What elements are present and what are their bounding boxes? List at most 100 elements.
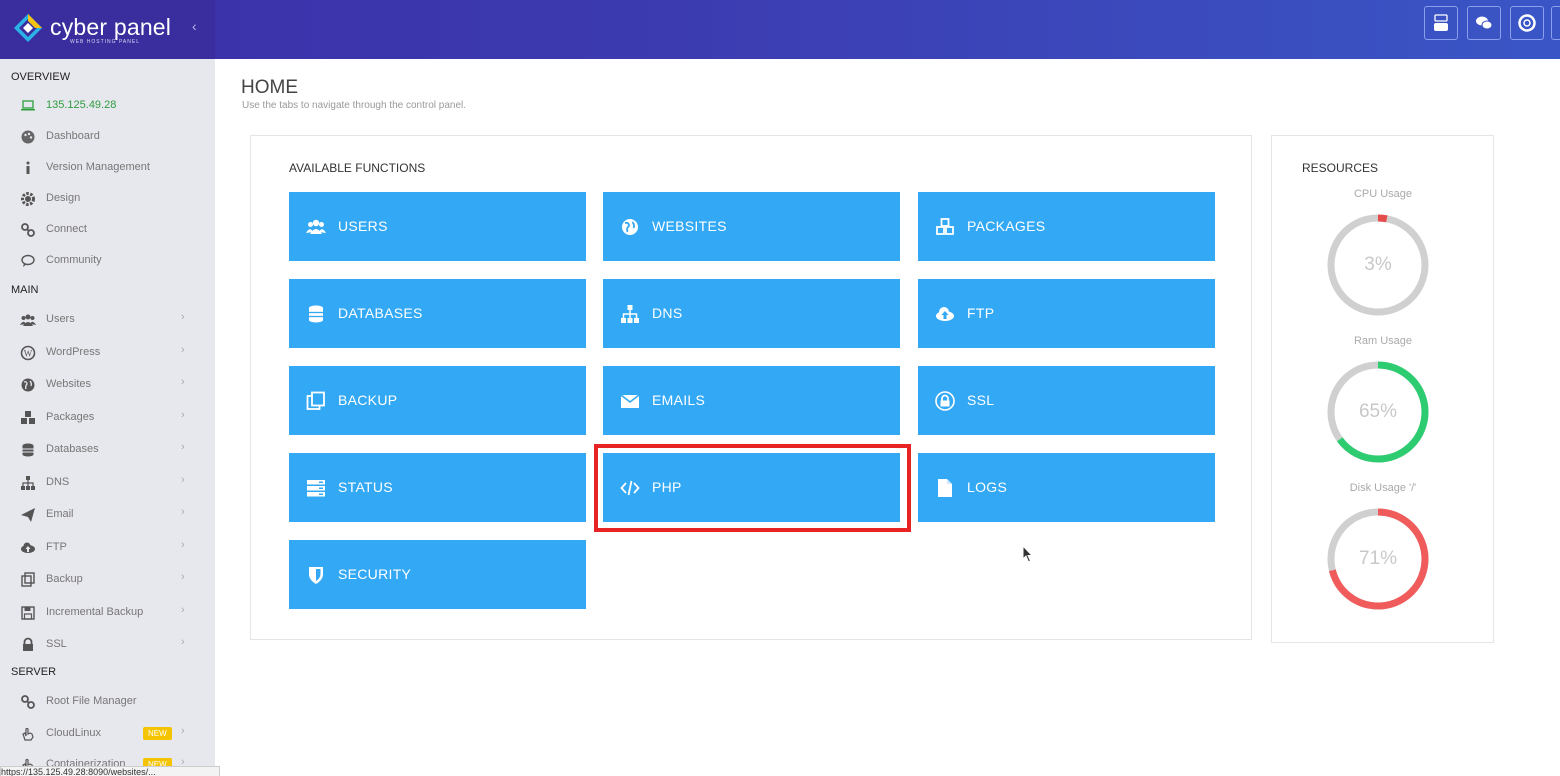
function-label: DATABASES bbox=[338, 305, 423, 321]
chevron-right-icon: › bbox=[181, 344, 185, 356]
function-logs-button[interactable]: LOGS bbox=[918, 453, 1215, 522]
function-label: LOGS bbox=[967, 479, 1008, 495]
link-icon bbox=[21, 695, 35, 709]
database-icon bbox=[22, 443, 34, 457]
copy-icon bbox=[21, 572, 35, 587]
more-button[interactable] bbox=[1551, 6, 1560, 40]
sidebar-item-label: Websites bbox=[46, 378, 92, 390]
page-subtitle: Use the tabs to navigate through the con… bbox=[242, 100, 467, 111]
cloud-upload-icon bbox=[936, 307, 954, 321]
sidebar: OVERVIEW 135.125.49.28 Dashboard Version… bbox=[0, 59, 215, 776]
chevron-right-icon: › bbox=[181, 725, 185, 737]
svg-text:W: W bbox=[24, 349, 33, 359]
sidebar-item-label: Backup bbox=[46, 573, 83, 585]
sidebar-item-label: Users bbox=[46, 313, 75, 325]
sidebar-item-dashboard[interactable]: Dashboard bbox=[0, 123, 215, 151]
chevron-right-icon: › bbox=[181, 636, 185, 648]
function-dns-button[interactable]: DNS bbox=[603, 279, 900, 348]
shield-icon bbox=[309, 567, 323, 584]
info-icon bbox=[26, 161, 30, 174]
database-icon bbox=[309, 305, 323, 323]
sidebar-item-ssl[interactable]: SSL › bbox=[0, 631, 215, 659]
sidebar-item-design[interactable]: Design bbox=[0, 185, 215, 213]
support-button[interactable] bbox=[1510, 6, 1544, 40]
sidebar-item-backup[interactable]: Backup › bbox=[0, 566, 215, 594]
sidebar-item-label: Connect bbox=[46, 223, 87, 235]
sitemap-icon bbox=[621, 305, 639, 323]
cubes-icon bbox=[936, 218, 954, 235]
sidebar-item-cloudlinux[interactable]: CloudLinux NEW › bbox=[0, 720, 215, 748]
function-backup-button[interactable]: BACKUP bbox=[289, 366, 586, 435]
chevron-right-icon: › bbox=[181, 506, 185, 518]
ram-usage-value: 65% bbox=[1358, 401, 1398, 422]
support-icon bbox=[1518, 14, 1536, 32]
sidebar-collapse-icon[interactable]: ‹ bbox=[192, 18, 197, 34]
function-ftp-button[interactable]: FTP bbox=[918, 279, 1215, 348]
comment-icon bbox=[21, 254, 35, 267]
link-icon bbox=[21, 223, 35, 237]
function-status-button[interactable]: STATUS bbox=[289, 453, 586, 522]
cubes-icon bbox=[21, 411, 35, 424]
sidebar-item-version-management[interactable]: Version Management bbox=[0, 154, 215, 182]
sidebar-item-ip[interactable]: 135.125.49.28 bbox=[0, 92, 215, 120]
php-highlight-box bbox=[594, 444, 911, 532]
globe-icon bbox=[21, 378, 35, 392]
youtube-icon bbox=[1434, 14, 1448, 31]
sidebar-item-community[interactable]: Community bbox=[0, 247, 215, 275]
sitemap-icon bbox=[21, 476, 35, 490]
brand-name[interactable]: cyber panel bbox=[50, 14, 171, 41]
function-label: BACKUP bbox=[338, 392, 398, 408]
function-databases-button[interactable]: DATABASES bbox=[289, 279, 586, 348]
sidebar-item-label: FTP bbox=[46, 541, 67, 553]
chevron-right-icon: › bbox=[181, 474, 185, 486]
function-emails-button[interactable]: EMAILS bbox=[603, 366, 900, 435]
function-ssl-button[interactable]: SSL bbox=[918, 366, 1215, 435]
server-icon bbox=[307, 480, 325, 497]
function-websites-button[interactable]: WEBSITES bbox=[603, 192, 900, 261]
chevron-right-icon: › bbox=[181, 539, 185, 551]
sidebar-item-root-file-manager[interactable]: Root File Manager bbox=[0, 688, 215, 716]
function-packages-button[interactable]: PACKAGES bbox=[918, 192, 1215, 261]
sidebar-item-websites[interactable]: Websites › bbox=[0, 371, 215, 399]
chevron-right-icon: › bbox=[181, 409, 185, 421]
function-label: WEBSITES bbox=[652, 218, 727, 234]
sidebar-item-label: WordPress bbox=[46, 346, 101, 358]
sidebar-item-databases[interactable]: Databases › bbox=[0, 436, 215, 464]
cyberpanel-logo-icon[interactable] bbox=[13, 13, 43, 43]
sidebar-item-connect[interactable]: Connect bbox=[0, 216, 215, 244]
sidebar-item-ftp[interactable]: FTP › bbox=[0, 534, 215, 562]
users-icon bbox=[20, 314, 36, 326]
sidebar-item-incremental-backup[interactable]: Incremental Backup › bbox=[0, 599, 215, 627]
chevron-right-icon: › bbox=[181, 571, 185, 583]
function-label: USERS bbox=[338, 218, 388, 234]
cpu-usage-value: 3% bbox=[1364, 254, 1392, 275]
sidebar-item-label: Packages bbox=[46, 411, 95, 423]
laptop-icon bbox=[21, 100, 35, 111]
paper-plane-icon bbox=[21, 508, 35, 522]
palette-icon bbox=[21, 130, 35, 144]
function-label: STATUS bbox=[338, 479, 393, 495]
sidebar-item-label: Version Management bbox=[46, 161, 150, 173]
sidebar-item-users[interactable]: Users › bbox=[0, 306, 215, 334]
mouse-cursor-icon bbox=[1022, 545, 1034, 563]
function-label: FTP bbox=[967, 305, 995, 321]
sidebar-item-label: Dashboard bbox=[46, 130, 100, 142]
sidebar-item-label: Incremental Backup bbox=[46, 606, 144, 618]
sidebar-item-dns[interactable]: DNS › bbox=[0, 469, 215, 497]
chat-button[interactable] bbox=[1467, 6, 1501, 40]
gear-icon bbox=[21, 192, 35, 206]
section-main: MAIN bbox=[11, 284, 39, 296]
sidebar-item-label: SSL bbox=[46, 638, 67, 650]
sidebar-item-packages[interactable]: Packages › bbox=[0, 404, 215, 432]
cloud-upload-icon bbox=[21, 542, 35, 553]
lock-icon bbox=[935, 391, 955, 411]
brand-area: cyber panel WEB HOSTING PANEL ‹ bbox=[0, 0, 215, 59]
function-users-button[interactable]: USERS bbox=[289, 192, 586, 261]
sidebar-item-label: Root File Manager bbox=[46, 695, 137, 707]
top-header: cyber panel WEB HOSTING PANEL ‹ bbox=[0, 0, 1560, 59]
section-server: SERVER bbox=[11, 666, 57, 678]
youtube-button[interactable] bbox=[1424, 6, 1458, 40]
sidebar-item-email[interactable]: Email › bbox=[0, 501, 215, 529]
function-security-button[interactable]: SECURITY bbox=[289, 540, 586, 609]
sidebar-item-wordpress[interactable]: W WordPress › bbox=[0, 339, 215, 367]
